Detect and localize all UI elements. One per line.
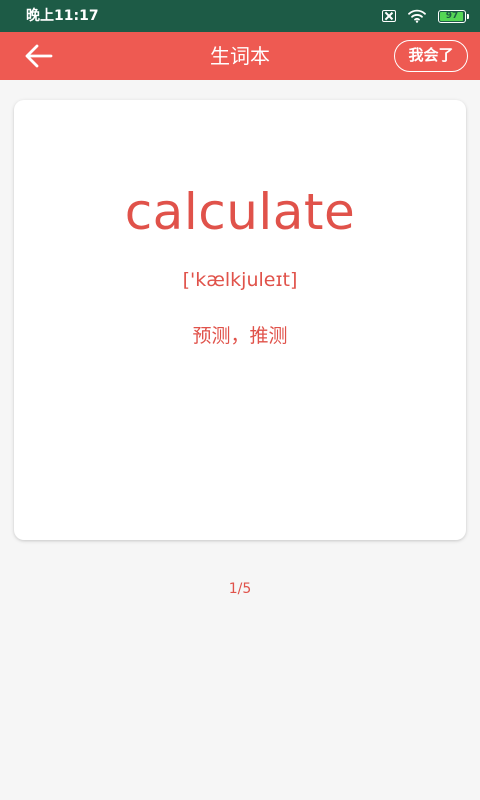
word-card[interactable]: calculate ['kælkjuleɪt] 预测，推测	[14, 100, 466, 540]
status-time: 晚上11:17	[26, 8, 99, 24]
back-button[interactable]	[24, 42, 54, 70]
wifi-icon	[408, 9, 426, 23]
status-icons: 97	[382, 8, 469, 24]
arrow-left-icon	[25, 44, 53, 68]
know-button[interactable]: 我会了	[394, 40, 468, 72]
app-bar: 生词本 我会了	[0, 32, 480, 80]
phonetic-text: ['kælkjuleɪt]	[182, 269, 298, 291]
battery-level: 97	[445, 10, 459, 21]
meaning-text: 预测，推测	[192, 325, 288, 347]
word-text: calculate	[124, 183, 356, 241]
battery-cap	[467, 13, 469, 19]
battery-icon: 97	[438, 9, 469, 23]
page-indicator: 1/5	[228, 581, 252, 597]
sim-off-icon	[382, 10, 396, 22]
status-bar: 晚上11:17 97	[0, 0, 480, 32]
